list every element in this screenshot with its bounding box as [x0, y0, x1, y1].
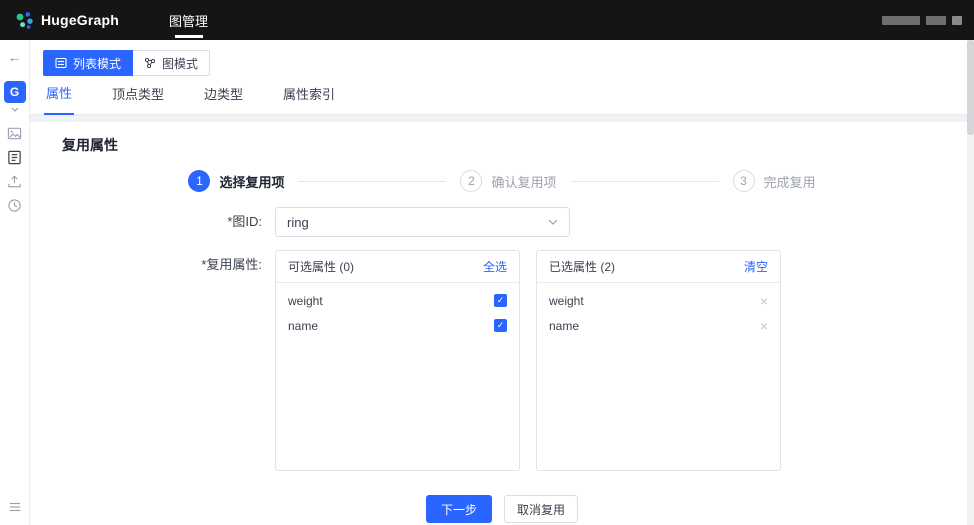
remove-icon[interactable]: ×	[760, 294, 768, 308]
graph-mode-button[interactable]: 图模式	[133, 50, 210, 76]
tab-properties[interactable]: 属性	[44, 83, 74, 115]
cancel-reuse-button[interactable]: 取消复用	[504, 495, 578, 523]
back-button[interactable]: ←	[0, 45, 30, 69]
list-item: name ✓	[276, 313, 519, 338]
available-properties-panel: 可选属性 (0) 全选 weight ✓ name ✓	[275, 250, 520, 471]
upload-icon	[7, 174, 22, 189]
available-panel-title: 可选属性 (0)	[288, 258, 354, 275]
available-panel-list: weight ✓ name ✓	[276, 283, 519, 470]
tab-vertex-types[interactable]: 顶点类型	[110, 84, 166, 114]
list-mode-button[interactable]: 列表模式	[43, 50, 133, 76]
page-title: 复用属性	[62, 135, 942, 155]
transfer-widget: 可选属性 (0) 全选 weight ✓ name ✓	[275, 250, 781, 471]
reuse-properties-card: 复用属性 1 选择复用项 2 确认复用项 3 完成复用 *图ID: rin	[30, 122, 974, 525]
graph-id-value: ring	[287, 215, 309, 230]
sidebar-item-history[interactable]	[0, 193, 30, 217]
nav-graph-management[interactable]: 图管理	[169, 0, 208, 40]
graph-mode-label: 图模式	[162, 55, 198, 72]
graph-mode-icon	[144, 57, 156, 69]
graph-switcher-chevron[interactable]	[11, 103, 19, 115]
select-all-link[interactable]: 全选	[483, 258, 507, 275]
step-connector	[571, 181, 719, 182]
next-step-button[interactable]: 下一步	[426, 495, 492, 523]
user-info-block	[926, 16, 946, 25]
list-mode-icon	[55, 57, 67, 69]
view-mode-toolbar: 列表模式 图模式	[30, 40, 974, 76]
nav-active-indicator	[175, 35, 203, 38]
sidebar-item-bottom[interactable]	[0, 495, 30, 519]
step-connector	[298, 181, 446, 182]
remove-icon[interactable]: ×	[760, 319, 768, 333]
step-1-label: 选择复用项	[219, 172, 284, 191]
metadata-tabs: 属性 顶点类型 边类型 属性索引	[30, 76, 974, 115]
scrollbar[interactable]	[967, 40, 974, 525]
available-panel-header: 可选属性 (0) 全选	[276, 251, 519, 283]
sidebar-item-import[interactable]	[0, 169, 30, 193]
left-sidebar: ← G	[0, 40, 30, 525]
selected-properties-panel: 已选属性 (2) 清空 weight × name ×	[536, 250, 781, 471]
hugegraph-logo-icon	[14, 10, 34, 30]
graph-id-select[interactable]: ring	[275, 207, 570, 237]
graph-id-row: *图ID: ring	[62, 207, 942, 237]
graph-id-label: *图ID:	[62, 207, 262, 237]
list-item: weight ✓	[276, 288, 519, 313]
selected-panel-list: weight × name ×	[537, 283, 780, 470]
arrow-left-icon: ←	[8, 50, 22, 64]
main-content: 列表模式 图模式 属性 顶点类型 边类型 属性索引 复用属性	[30, 40, 974, 525]
list-item: name ×	[537, 313, 780, 338]
selected-panel-header: 已选属性 (2) 清空	[537, 251, 780, 283]
sidebar-item-metadata[interactable]	[0, 145, 30, 169]
tab-property-indexes[interactable]: 属性索引	[281, 84, 337, 114]
top-header: HugeGraph 图管理	[0, 0, 974, 40]
graph-switcher-avatar[interactable]: G	[4, 81, 26, 103]
property-name: name	[288, 319, 318, 333]
step-2-number: 2	[460, 170, 482, 192]
content-header: 列表模式 图模式 属性 顶点类型 边类型 属性索引	[30, 40, 974, 115]
reuse-properties-row: *复用属性: 可选属性 (0) 全选 weight ✓	[62, 250, 942, 471]
step-3-number: 3	[733, 170, 755, 192]
steps-indicator: 1 选择复用项 2 确认复用项 3 完成复用	[62, 170, 942, 192]
chevron-down-icon	[548, 219, 558, 225]
reuse-properties-label: *复用属性:	[62, 250, 262, 471]
property-name: weight	[549, 294, 584, 308]
image-icon	[7, 126, 22, 141]
property-name: name	[549, 319, 579, 333]
list-item: weight ×	[537, 288, 780, 313]
user-info-block	[952, 16, 962, 25]
property-checkbox[interactable]: ✓	[494, 294, 507, 307]
property-name: weight	[288, 294, 323, 308]
step-1-number: 1	[188, 170, 210, 192]
user-info-redacted[interactable]	[882, 16, 974, 25]
step-2: 2 确认复用项	[460, 170, 556, 192]
tab-edge-types[interactable]: 边类型	[202, 84, 245, 114]
clock-icon	[7, 198, 22, 213]
nav-graph-management-label: 图管理	[169, 11, 208, 30]
property-checkbox[interactable]: ✓	[494, 319, 507, 332]
step-1: 1 选择复用项	[188, 170, 284, 192]
scrollbar-thumb[interactable]	[967, 40, 974, 135]
step-3: 3 完成复用	[733, 170, 816, 192]
sidebar-item-gallery[interactable]	[0, 121, 30, 145]
menu-icon	[8, 500, 22, 514]
list-mode-label: 列表模式	[73, 55, 121, 72]
user-info-block	[882, 16, 920, 25]
step-2-label: 确认复用项	[491, 172, 556, 191]
app-title: HugeGraph	[41, 12, 119, 28]
clear-all-link[interactable]: 清空	[744, 258, 768, 275]
chevron-down-icon	[11, 107, 19, 112]
wizard-footer: 下一步 取消复用	[62, 495, 942, 523]
selected-panel-title: 已选属性 (2)	[549, 258, 615, 275]
form-icon	[7, 150, 22, 165]
step-3-label: 完成复用	[764, 172, 816, 191]
app-logo: HugeGraph	[0, 10, 133, 30]
